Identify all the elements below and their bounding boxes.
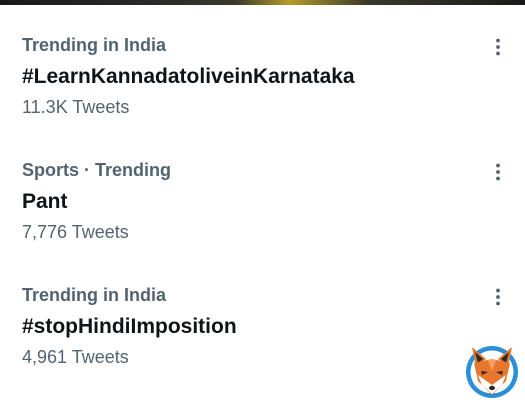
trend-context: Trending in India bbox=[22, 35, 166, 55]
trend-item[interactable]: Sports · Trending Pant 7,776 Tweets bbox=[0, 160, 525, 280]
trends-panel: Trending in India #LearnKannadatoliveinK… bbox=[0, 0, 525, 404]
trend-tweet-count: 11.3K Tweets bbox=[22, 97, 130, 117]
more-vertical-icon[interactable] bbox=[488, 37, 508, 61]
trend-tweet-count: 7,776 Tweets bbox=[22, 222, 129, 242]
trend-item[interactable]: Trending in India #stopHindiImposition 4… bbox=[0, 285, 525, 404]
fox-logo-icon bbox=[462, 341, 522, 401]
more-vertical-icon[interactable] bbox=[488, 162, 508, 186]
trend-tweet-count: 4,961 Tweets bbox=[22, 347, 129, 367]
trend-name[interactable]: Pant bbox=[22, 190, 68, 214]
trend-name[interactable]: #LearnKannadatoliveinKarnataka bbox=[22, 65, 355, 89]
trend-item[interactable]: Trending in India #LearnKannadatoliveinK… bbox=[0, 35, 525, 155]
more-vertical-icon[interactable] bbox=[488, 287, 508, 311]
top-image-strip bbox=[0, 0, 525, 5]
trend-context: Sports · Trending bbox=[22, 160, 172, 180]
trend-name[interactable]: #stopHindiImposition bbox=[22, 315, 237, 339]
trend-context: Trending in India bbox=[22, 285, 166, 305]
